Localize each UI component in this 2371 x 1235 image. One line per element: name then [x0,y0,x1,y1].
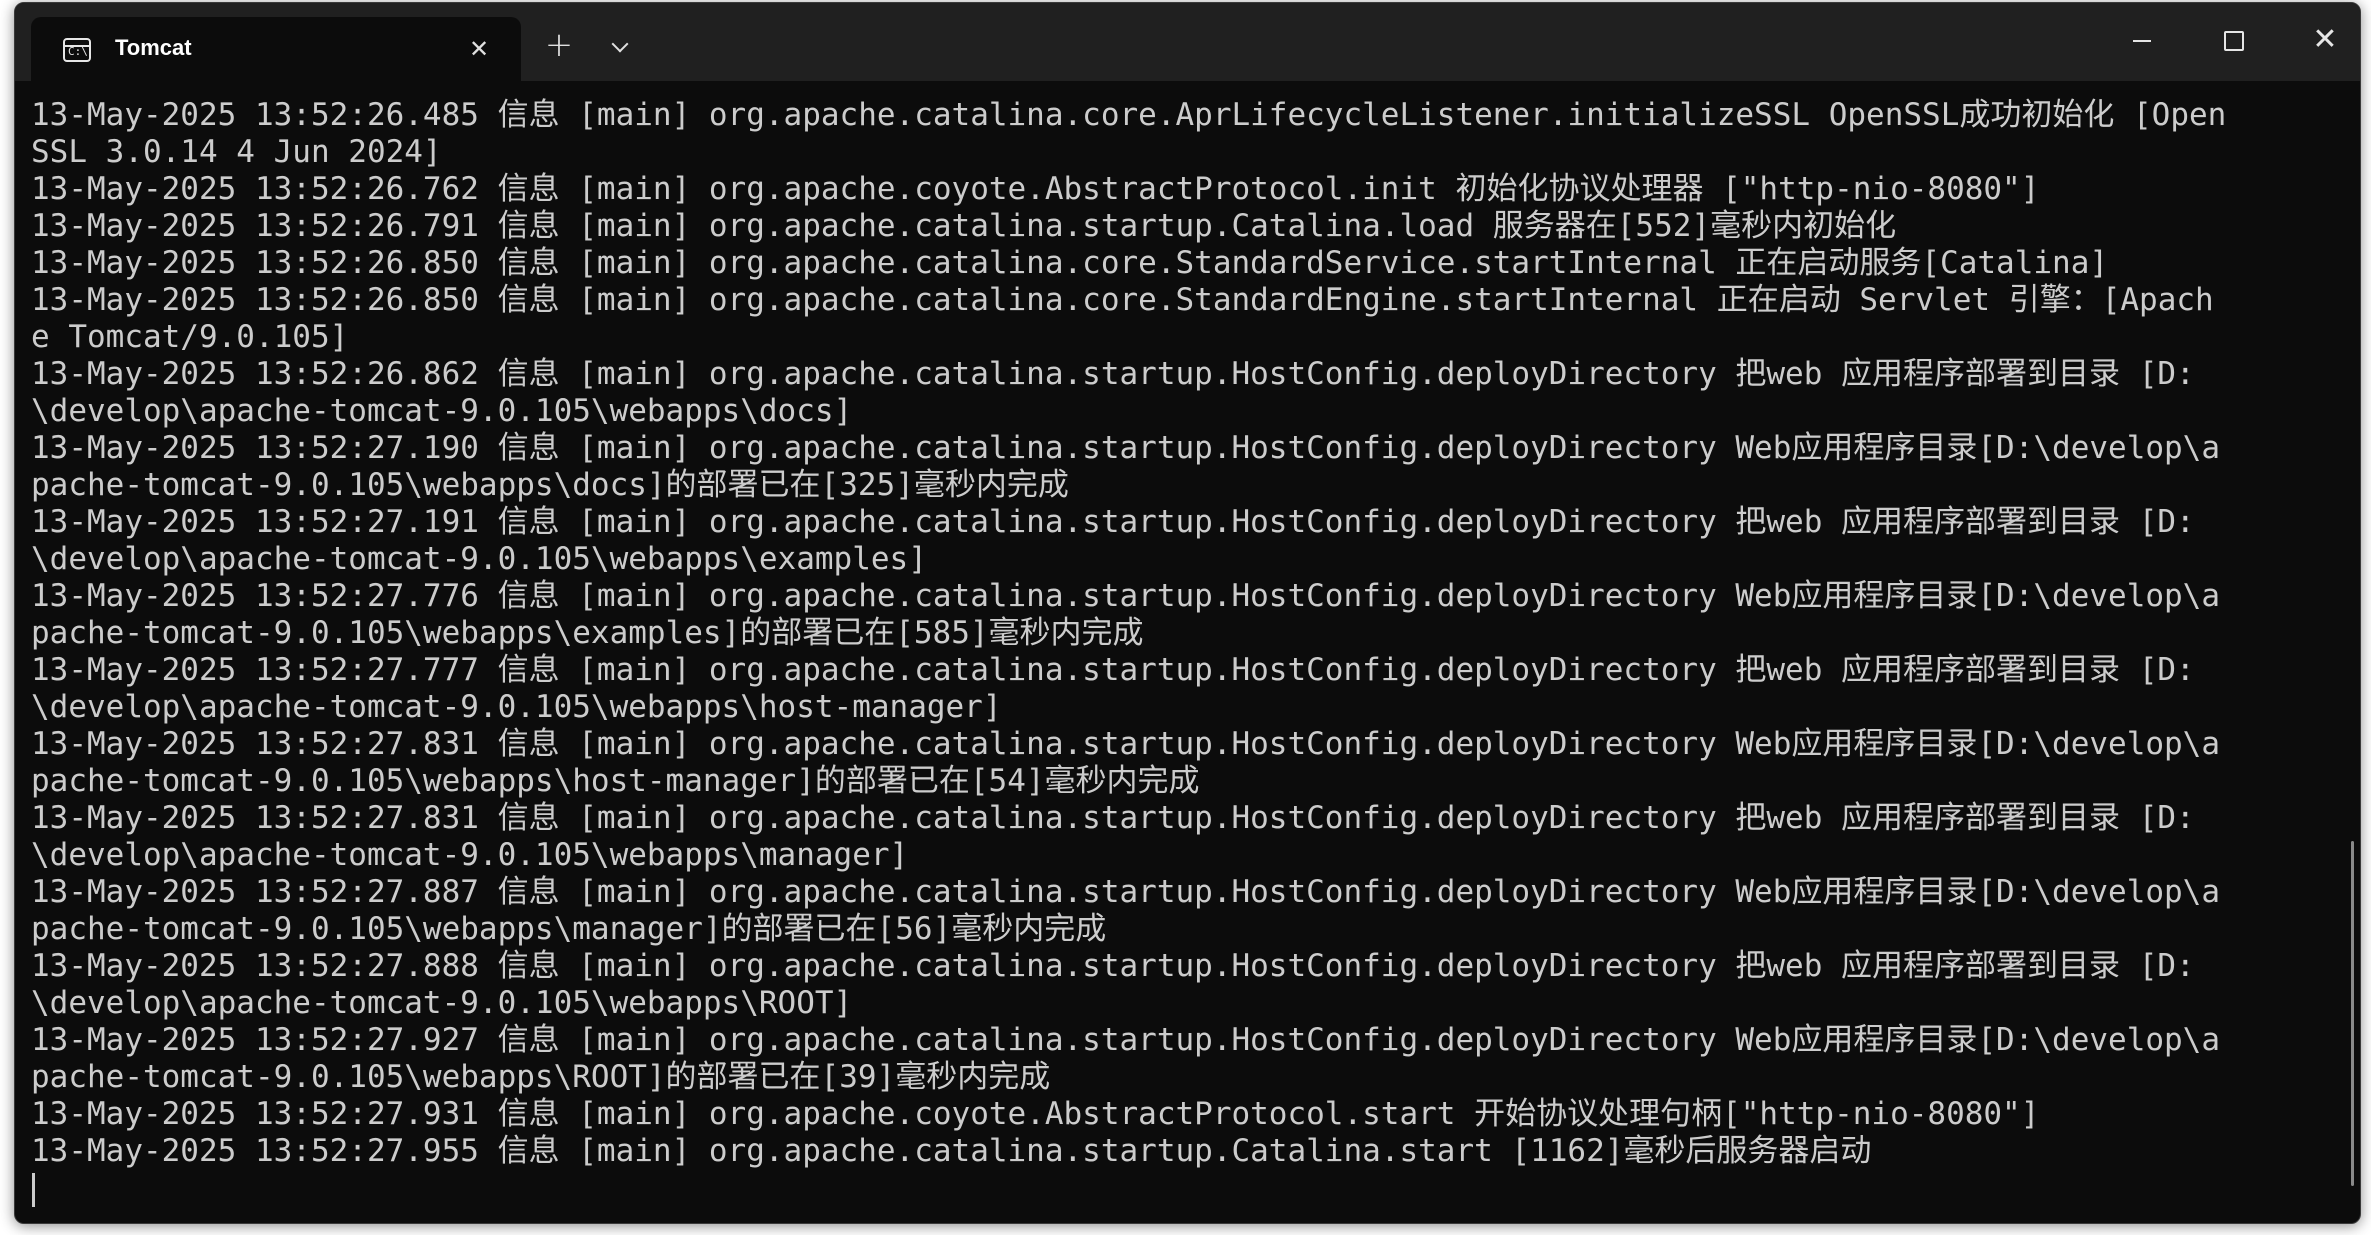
new-tab-button[interactable]: + [535,23,583,67]
terminal-line: SSL 3.0.14 4 Jun 2024] [31,134,442,170]
terminal-window: C:\ Tomcat ✕ + ✕ 13-May-2025 13:52:26.48… [14,2,2361,1224]
minimize-icon [2133,40,2151,42]
terminal-line: pache-tomcat-9.0.105\webapps\ROOT]的部署已在[… [31,1059,1051,1095]
terminal-line: 13-May-2025 13:52:26.850 信息 [main] org.a… [31,282,2214,318]
terminal-line: 13-May-2025 13:52:27.776 信息 [main] org.a… [31,578,2221,614]
terminal-line: 13-May-2025 13:52:27.831 信息 [main] org.a… [31,800,2195,836]
terminal-line: 13-May-2025 13:52:27.887 信息 [main] org.a… [31,874,2221,910]
close-icon: ✕ [2312,22,2338,57]
terminal-line: \develop\apache-tomcat-9.0.105\webapps\h… [31,689,1002,725]
terminal-line: pache-tomcat-9.0.105\webapps\host-manage… [31,763,1200,799]
close-window-button[interactable]: ✕ [2279,3,2360,81]
vertical-scrollbar[interactable] [2345,81,2360,1221]
tab-tomcat[interactable]: C:\ Tomcat ✕ [31,17,521,81]
terminal-line: 13-May-2025 13:52:27.191 信息 [main] org.a… [31,504,2195,540]
scrollbar-thumb[interactable] [2351,841,2354,1186]
prompt-line[interactable] [31,1170,2335,1207]
terminal-line: e Tomcat/9.0.105] [31,319,349,355]
terminal-line: \develop\apache-tomcat-9.0.105\webapps\d… [31,393,853,429]
maximize-icon [2224,31,2244,51]
terminal-line: \develop\apache-tomcat-9.0.105\webapps\m… [31,837,909,873]
terminal-line: 13-May-2025 13:52:26.850 信息 [main] org.a… [31,245,2109,281]
terminal-line: 13-May-2025 13:52:27.927 信息 [main] org.a… [31,1022,2221,1058]
terminal-line: 13-May-2025 13:52:27.931 信息 [main] org.a… [31,1096,2040,1132]
terminal-line: pache-tomcat-9.0.105\webapps\manager]的部署… [31,911,1107,947]
terminal-line: 13-May-2025 13:52:27.190 信息 [main] org.a… [31,430,2221,466]
terminal-line: 13-May-2025 13:52:27.831 信息 [main] org.a… [31,726,2221,762]
terminal-line: 13-May-2025 13:52:26.485 信息 [main] org.a… [31,97,2227,133]
terminal-output[interactable]: 13-May-2025 13:52:26.485 信息 [main] org.a… [15,81,2335,1221]
terminal-icon: C:\ [63,38,91,62]
terminal-line: pache-tomcat-9.0.105\webapps\examples]的部… [31,615,1144,651]
chevron-down-icon [611,35,629,53]
terminal-line: 13-May-2025 13:52:27.955 信息 [main] org.a… [31,1133,1872,1169]
close-tab-icon[interactable]: ✕ [459,29,499,69]
maximize-button[interactable] [2187,3,2279,81]
terminal-line: 13-May-2025 13:52:27.888 信息 [main] org.a… [31,948,2195,984]
terminal-line: pache-tomcat-9.0.105\webapps\docs]的部署已在[… [31,467,1069,503]
terminal-line: 13-May-2025 13:52:26.862 信息 [main] org.a… [31,356,2195,392]
text-cursor [32,1173,35,1207]
terminal-line: \develop\apache-tomcat-9.0.105\webapps\e… [31,541,927,577]
tab-dropdown-button[interactable] [599,25,643,69]
terminal-line: \develop\apache-tomcat-9.0.105\webapps\R… [31,985,853,1021]
minimize-button[interactable] [2095,3,2187,81]
terminal-line: 13-May-2025 13:52:26.762 信息 [main] org.a… [31,171,2040,207]
terminal-line: 13-May-2025 13:52:27.777 信息 [main] org.a… [31,652,2195,688]
terminal-line: 13-May-2025 13:52:26.791 信息 [main] org.a… [31,208,1897,244]
title-bar[interactable]: C:\ Tomcat ✕ + ✕ [15,3,2360,81]
tab-title: Tomcat [115,35,192,60]
